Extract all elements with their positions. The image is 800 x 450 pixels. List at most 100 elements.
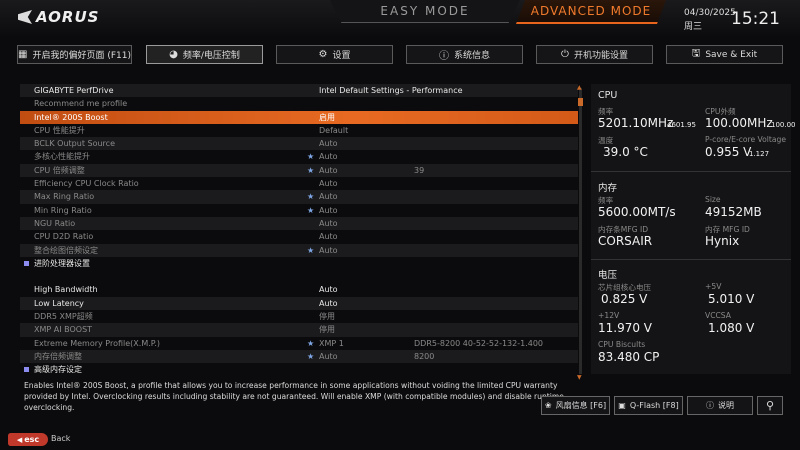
chip-icon: ▣ — [618, 401, 626, 410]
setting-row[interactable]: XMP AI BOOST 停用 — [20, 323, 578, 337]
volt-12v-value: 11.970 V — [598, 321, 653, 335]
setting-value: Auto — [319, 192, 338, 202]
volt-vccsa-value: 1.080 V — [708, 321, 755, 335]
setting-row[interactable]: GIGABYTE PerfDrive Intel Default Settings… — [20, 84, 578, 98]
cpu-pe-value: 0.955 V — [705, 145, 752, 159]
setting-row[interactable]: Min Ring Ratio ★ Auto — [20, 204, 578, 217]
logo-text: AORUS — [36, 8, 100, 26]
tab-boot[interactable]: ⏻ 开机功能设置 — [536, 45, 653, 64]
tab-label: 开机功能设置 — [573, 51, 628, 61]
tab-label: 频率/电压控制 — [182, 51, 240, 61]
search-button[interactable]: ⚲ — [757, 396, 783, 415]
setting-value: 停用 — [319, 325, 335, 335]
setting-value: Default — [319, 125, 349, 135]
setting-value: XMP 1 — [319, 338, 344, 348]
setting-value: Auto — [319, 152, 338, 162]
setting-row[interactable]: Max Ring Ratio ★ Auto — [20, 190, 578, 204]
setting-current-value: DDR5-8200 40-52-52-132-1.400 — [414, 338, 544, 348]
submenu-item[interactable]: 高级内存设定 — [20, 363, 578, 376]
tab-system-info[interactable]: ⓘ 系统信息 — [406, 45, 523, 64]
panel-divider — [591, 259, 791, 260]
bookmark-icon: ▦ — [18, 49, 28, 60]
volt-5v-label: +5V — [705, 282, 722, 291]
setting-value: Auto — [319, 351, 338, 361]
scroll-down-arrow-icon[interactable]: ▼ — [577, 374, 582, 381]
setting-row[interactable]: 内存倍频调整 ★ Auto 8200 — [20, 349, 578, 364]
setting-value: Auto — [319, 245, 338, 255]
star-icon: ★ — [307, 205, 315, 215]
tab-label: 系统信息 — [453, 51, 490, 61]
setting-label: 多核心性能提升 — [34, 152, 90, 162]
setting-row[interactable]: CPU 性能提升 Default — [20, 124, 578, 137]
cpu-ext-sub: 100.00 — [771, 121, 796, 129]
cpu-freq-value: 5201.10MHz — [598, 116, 674, 130]
setting-label: Max Ring Ratio — [34, 192, 95, 202]
mem-freq-value: 5600.00MT/s — [598, 205, 676, 219]
info-icon: ⓘ — [438, 51, 449, 62]
panel-divider — [591, 171, 791, 172]
back-arrow-icon: ◀ — [16, 435, 23, 444]
setting-value: 启用 — [319, 112, 335, 122]
fan-info-button[interactable]: ❀ 风扇信息 [F6] — [541, 396, 610, 415]
setting-label: High Bandwidth — [34, 285, 98, 295]
setting-row[interactable]: Low Latency Auto — [20, 296, 578, 311]
setting-label: 整合绘图倍频设定 — [34, 245, 98, 255]
qflash-button[interactable]: ▣ Q-Flash [F8] — [614, 396, 683, 415]
mem-mfg2-value: Hynix — [705, 234, 740, 248]
cpu-ext-value: 100.00MHz — [705, 116, 773, 130]
esc-key-button[interactable]: ◀ esc — [8, 433, 48, 446]
setting-row[interactable]: Recommend me profile — [20, 97, 578, 110]
volt-core-value: 0.825 V — [601, 292, 648, 306]
tab-label: Save & Exit — [705, 49, 758, 60]
setting-label: 内存倍频调整 — [34, 351, 82, 361]
advanced-mode-tab[interactable]: ADVANCED MODE — [516, 0, 666, 24]
setting-row[interactable]: CPU D2D Ratio Auto — [20, 230, 578, 243]
setting-current-value: 39 — [414, 165, 425, 175]
setting-row[interactable]: BCLK Output Source Auto — [20, 137, 578, 151]
memory-section-title: 内存 — [598, 183, 618, 194]
setting-value: Intel Default Settings - Performance — [319, 86, 463, 95]
setting-row[interactable]: CPU 倍频调整 ★ Auto 39 — [20, 163, 578, 178]
setting-label: BCLK Output Source — [34, 139, 115, 149]
setting-label: Extreme Memory Profile(X.M.P.) — [34, 338, 161, 348]
mem-size-value: 49152MB — [705, 205, 762, 219]
setting-row[interactable]: Efficiency CPU Clock Ratio Auto — [20, 177, 578, 190]
setting-row[interactable]: Extreme Memory Profile(X.M.P.) ★ XMP 1 DDR5… — [20, 337, 578, 350]
tab-favorites[interactable]: ▦ 开启我的偏好页面 (F11) — [17, 45, 132, 64]
voltage-section-title: 电压 — [598, 270, 618, 281]
button-label: 风扇信息 [F6] — [555, 401, 607, 410]
tab-freq-voltage[interactable]: ◕ 频率/电压控制 — [146, 45, 263, 64]
setting-value: Auto — [319, 218, 338, 228]
star-icon: ★ — [307, 245, 315, 255]
setting-row[interactable]: 多核心性能提升 ★ Auto — [20, 150, 578, 163]
volt-12v-label: +12V — [598, 311, 620, 320]
star-icon: ★ — [307, 165, 315, 175]
help-button[interactable]: ⓘ 说明 — [687, 396, 753, 415]
setting-row[interactable]: 整合绘图倍频设定 ★ Auto — [20, 243, 578, 257]
setting-row[interactable]: Intel® 200S Boost 启用 — [20, 110, 578, 124]
setting-row[interactable]: DDR5 XMP超频 停用 — [20, 310, 578, 323]
setting-value: Auto — [319, 298, 338, 308]
scrollbar-track[interactable] — [579, 88, 582, 374]
setting-row[interactable]: High Bandwidth Auto — [20, 283, 578, 296]
tab-settings[interactable]: ⚙ 设置 — [276, 45, 393, 64]
setting-value: 停用 — [319, 312, 335, 322]
mem-size-label: Size — [705, 195, 721, 204]
setting-label: 进阶处理器设置 — [34, 258, 90, 268]
setting-value: Auto — [319, 285, 338, 295]
setting-label: CPU 性能提升 — [34, 125, 85, 135]
submenu-item[interactable]: 进阶处理器设置 — [20, 257, 578, 270]
scrollbar-thumb[interactable] — [578, 98, 583, 106]
scroll-up-arrow-icon[interactable]: ▲ — [577, 84, 582, 91]
setting-row[interactable]: NGU Ratio Auto — [20, 216, 578, 231]
volt-vccsa-label: VCCSA — [705, 311, 731, 320]
setting-label: DDR5 XMP超频 — [34, 312, 93, 322]
setting-label: GIGABYTE PerfDrive — [34, 86, 114, 95]
setting-label: Recommend me profile — [34, 99, 128, 109]
volt-bisc-value: 83.480 CP — [598, 350, 660, 364]
esc-label: esc — [24, 435, 40, 444]
back-label[interactable]: Back — [51, 434, 70, 443]
easy-mode-tab[interactable]: EASY MODE — [330, 0, 520, 23]
tab-save-exit[interactable]: 🖫 Save & Exit — [666, 45, 783, 64]
tab-label: 设置 — [332, 51, 351, 61]
